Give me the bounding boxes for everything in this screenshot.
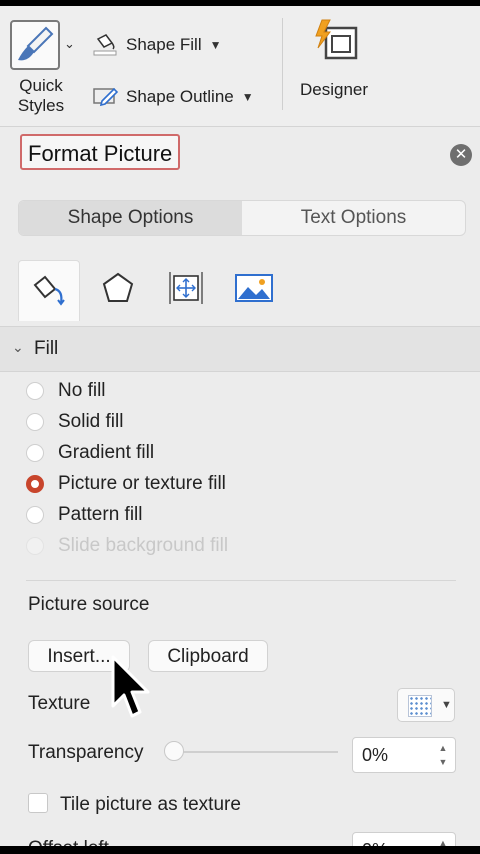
- tab-size-properties[interactable]: [156, 260, 216, 320]
- radio-button[interactable]: [26, 413, 44, 431]
- app-window: ⌄ Quick Styles Shape Fill ▼ Shape Outlin…: [0, 6, 480, 846]
- tab-effects[interactable]: [88, 260, 148, 320]
- options-segmented-control: Shape Options Text Options: [18, 200, 466, 236]
- clipboard-button[interactable]: Clipboard: [148, 640, 268, 672]
- radio-button-selected[interactable]: [26, 475, 44, 493]
- mouse-cursor-icon: [110, 654, 154, 729]
- transparency-value[interactable]: 0%: [362, 745, 388, 766]
- designer-button[interactable]: Designer: [300, 18, 380, 108]
- offset-left-value[interactable]: 0%: [362, 840, 388, 846]
- chevron-down-icon: ▼: [209, 38, 222, 52]
- ribbon: ⌄ Quick Styles Shape Fill ▼ Shape Outlin…: [0, 6, 480, 127]
- radio-solid-fill[interactable]: Solid fill: [26, 408, 123, 436]
- texture-label: Texture: [28, 693, 91, 714]
- ribbon-divider: [282, 18, 283, 110]
- tile-label: Tile picture as texture: [60, 794, 241, 815]
- shape-fill-label: Shape Fill: [126, 35, 202, 54]
- stepper-arrows-icon[interactable]: ▲▼: [437, 836, 449, 846]
- tab-fill-line[interactable]: [18, 260, 80, 321]
- radio-pattern-fill[interactable]: Pattern fill: [26, 501, 142, 529]
- picture-icon: [234, 271, 274, 310]
- chevron-down-icon: ⌄: [12, 339, 24, 355]
- radio-no-fill[interactable]: No fill: [26, 377, 106, 405]
- transparency-slider-track[interactable]: [180, 751, 338, 753]
- shape-outline-label: Shape Outline: [126, 87, 234, 106]
- paint-bucket-icon: [92, 33, 120, 57]
- offset-left-label: Offset left: [28, 838, 109, 846]
- tab-picture[interactable]: [224, 260, 284, 320]
- picture-source-label: Picture source: [28, 594, 150, 615]
- offset-left-stepper[interactable]: 0% ▲▼: [352, 832, 456, 846]
- transparency-stepper[interactable]: 0% ▲ ▼: [352, 737, 456, 773]
- designer-icon: [310, 18, 362, 71]
- fill-section-label: Fill: [34, 338, 59, 359]
- radio-label: No fill: [58, 380, 106, 401]
- texture-swatch-icon: [408, 695, 432, 717]
- transparency-label: Transparency: [28, 742, 144, 763]
- radio-label: Solid fill: [58, 411, 124, 432]
- radio-button[interactable]: [26, 444, 44, 462]
- pane-title: Format Picture: [20, 134, 181, 170]
- texture-dropdown[interactable]: ▼: [397, 688, 455, 722]
- stepper-arrows-icon[interactable]: ▲▼: [437, 741, 449, 769]
- effects-pentagon-icon: [100, 270, 136, 311]
- fill-section-header[interactable]: ⌄ Fill: [0, 326, 480, 372]
- pencil-outline-icon: [92, 85, 120, 109]
- quick-styles-button[interactable]: ⌄ Quick Styles: [8, 18, 88, 118]
- chevron-down-icon: ▼: [241, 90, 254, 104]
- radio-label: Picture or texture fill: [58, 473, 226, 494]
- close-icon: ✕: [454, 146, 468, 163]
- format-category-tabs: [18, 260, 464, 321]
- tile-checkbox[interactable]: [28, 793, 48, 813]
- designer-label: Designer: [300, 80, 369, 99]
- chevron-down-icon[interactable]: ⌄: [64, 36, 75, 52]
- transparency-slider-thumb[interactable]: [164, 741, 184, 761]
- shape-fill-button[interactable]: Shape Fill ▼: [92, 30, 222, 60]
- radio-label: Slide background fill: [58, 535, 229, 556]
- radio-label: Pattern fill: [58, 504, 143, 525]
- radio-button-disabled: [26, 537, 44, 555]
- radio-button[interactable]: [26, 506, 44, 524]
- section-divider: [26, 580, 456, 581]
- radio-gradient-fill[interactable]: Gradient fill: [26, 439, 154, 467]
- chevron-down-icon: ▼: [441, 699, 452, 711]
- radio-button[interactable]: [26, 382, 44, 400]
- tab-shape-options[interactable]: Shape Options: [19, 201, 242, 235]
- close-pane-button[interactable]: ✕: [450, 144, 472, 166]
- size-properties-icon: [166, 268, 206, 313]
- radio-label: Gradient fill: [58, 442, 155, 463]
- radio-picture-texture-fill[interactable]: Picture or texture fill: [26, 470, 226, 498]
- quick-styles-label: Quick Styles: [17, 76, 65, 115]
- quick-styles-icon: [10, 20, 60, 70]
- tab-text-options[interactable]: Text Options: [242, 201, 465, 235]
- radio-slide-background-fill: Slide background fill: [26, 532, 228, 560]
- fill-line-icon: [29, 271, 69, 312]
- shape-outline-button[interactable]: Shape Outline ▼: [92, 82, 254, 112]
